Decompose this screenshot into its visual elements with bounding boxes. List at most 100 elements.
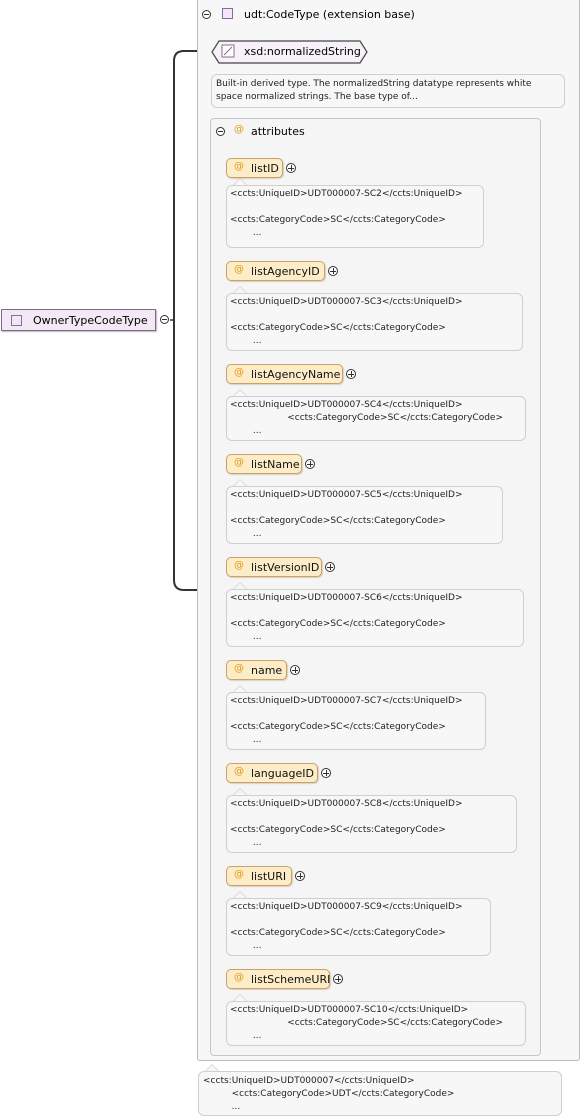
attributes-collapse-button[interactable] [216, 127, 225, 136]
attribute-at-icon: @ [234, 457, 244, 468]
attribute-expand-button[interactable] [325, 562, 335, 572]
attribute-doc-line: <ccts:UniqueID>UDT000007-SC9</ccts:Uniqu… [230, 902, 463, 912]
attribute-doc-line: ... [230, 336, 262, 346]
attribute-at-icon: @ [234, 869, 244, 880]
attribute-expand-button[interactable] [328, 266, 338, 276]
attribute-name: languageID [251, 767, 314, 780]
attribute-node-name[interactable]: @ name [226, 660, 287, 680]
attribute-name: listAgencyID [251, 265, 320, 278]
attribute-doc-line: ... [230, 632, 262, 642]
attribute-name: listSchemeURI [251, 973, 331, 986]
attribute-at-icon: @ [234, 663, 244, 674]
attribute-name: listAgencyName [251, 368, 341, 381]
attribute-doc: <ccts:UniqueID>UDT000007-SC9</ccts:Uniqu… [226, 898, 491, 956]
attribute-doc: <ccts:UniqueID>UDT000007-SC7</ccts:Uniqu… [226, 692, 486, 750]
attribute-doc-tip [233, 389, 247, 396]
base-type-label: udt:CodeType (extension base) [244, 8, 415, 21]
attribute-doc-line: <ccts:CategoryCode>SC</ccts:CategoryCode… [230, 825, 446, 835]
attribute-doc-tip [233, 788, 247, 795]
attribute-expand-button[interactable] [295, 871, 305, 881]
attribute-doc-line: <ccts:CategoryCode>SC</ccts:CategoryCode… [230, 413, 504, 423]
attribute-doc-line [230, 914, 487, 927]
attribute-node-listURI[interactable]: @ listURI [226, 866, 292, 886]
attribute-doc: <ccts:UniqueID>UDT000007-SC10</ccts:Uniq… [226, 1001, 526, 1046]
attribute-doc-line: <ccts:UniqueID>UDT000007-SC5</ccts:Uniqu… [230, 490, 463, 500]
attribute-doc-line: <ccts:CategoryCode>SC</ccts:CategoryCode… [230, 722, 446, 732]
attribute-expand-button[interactable] [290, 665, 300, 675]
attribute-doc-line: <ccts:CategoryCode>SC</ccts:CategoryCode… [230, 1018, 504, 1028]
base-type-icon [222, 8, 233, 19]
attribute-doc-tip [233, 479, 247, 486]
attribute-doc-tip [233, 286, 247, 293]
attribute-at-icon: @ [234, 264, 244, 275]
attribute-expand-button[interactable] [286, 163, 296, 173]
attribute-doc-line: <ccts:CategoryCode>SC</ccts:CategoryCode… [230, 928, 446, 938]
attribute-doc-line: ... [230, 941, 262, 951]
root-type-label: OwnerTypeCodeType [33, 314, 148, 327]
attribute-name: listVersionID [251, 561, 320, 574]
attribute-name: listURI [251, 870, 287, 883]
attribute-doc: <ccts:UniqueID>UDT000007-SC8</ccts:Uniqu… [226, 795, 517, 853]
attributes-at-icon: @ [234, 124, 244, 135]
attribute-node-listAgencyName[interactable]: @ listAgencyName [226, 364, 343, 384]
attribute-doc-line [230, 811, 513, 824]
attribute-doc-line [230, 502, 499, 515]
attribute-node-languageID[interactable]: @ languageID [226, 763, 318, 783]
complex-type-icon [11, 315, 22, 326]
attribute-doc-line: ... [230, 735, 262, 745]
simple-type-doc: Built-in derived type. The normalizedStr… [211, 74, 565, 108]
attribute-expand-button[interactable] [346, 369, 356, 379]
attribute-name: listName [251, 458, 300, 471]
attribute-doc: <ccts:UniqueID>UDT000007-SC2</ccts:Uniqu… [226, 185, 484, 248]
attribute-doc-line [230, 201, 480, 214]
simple-type-doc-line1: Built-in derived type. The normalizedStr… [216, 79, 532, 89]
attribute-doc-line: <ccts:UniqueID>UDT000007-SC2</ccts:Uniqu… [230, 189, 463, 199]
attribute-doc: <ccts:UniqueID>UDT000007-SC3</ccts:Uniqu… [226, 293, 523, 351]
attribute-doc: <ccts:UniqueID>UDT000007-SC5</ccts:Uniqu… [226, 486, 503, 544]
simple-type-doc-line2: space normalized strings. The base type … [216, 92, 418, 102]
attribute-name: name [251, 664, 283, 677]
attribute-doc-line: <ccts:CategoryCode>SC</ccts:CategoryCode… [230, 323, 446, 333]
attribute-doc-line: <ccts:UniqueID>UDT000007-SC6</ccts:Uniqu… [230, 593, 463, 603]
attribute-doc-line: ... [230, 1031, 262, 1041]
attribute-node-listSchemeURI[interactable]: @ listSchemeURI [226, 969, 330, 989]
base-collapse-button[interactable] [202, 10, 211, 19]
attributes-group-label: attributes [251, 125, 305, 138]
attribute-expand-button[interactable] [333, 974, 343, 984]
simple-type-label: xsd:normalizedString [244, 45, 361, 58]
attribute-node-listID[interactable]: @ listID [226, 158, 283, 178]
attribute-doc-line: ... [230, 529, 262, 539]
attribute-node-listAgencyID[interactable]: @ listAgencyID [226, 261, 325, 281]
attribute-doc-tip [233, 582, 247, 589]
attribute-doc-line: <ccts:UniqueID>UDT000007-SC10</ccts:Uniq… [230, 1005, 469, 1015]
attribute-doc-line [230, 309, 519, 322]
attribute-expand-button[interactable] [305, 459, 315, 469]
bottom-doc-tip [205, 1064, 219, 1071]
attribute-expand-button[interactable] [321, 768, 331, 778]
attribute-at-icon: @ [234, 972, 244, 983]
attribute-doc-line: <ccts:UniqueID>UDT000007-SC8</ccts:Uniqu… [230, 799, 463, 809]
attribute-doc-line: ... [230, 426, 262, 436]
bottom-doc-line: ... [203, 1102, 241, 1112]
attribute-doc-tip [233, 178, 247, 185]
attribute-node-listName[interactable]: @ listName [226, 454, 302, 474]
attribute-doc-tip [233, 994, 247, 1001]
root-type-node[interactable]: OwnerTypeCodeType [1, 309, 156, 331]
attribute-doc-tip [233, 891, 247, 898]
attribute-doc: <ccts:UniqueID>UDT000007-SC6</ccts:Uniqu… [226, 589, 524, 647]
attribute-doc-line: <ccts:UniqueID>UDT000007-SC4</ccts:Uniqu… [230, 400, 463, 410]
root-collapse-button[interactable] [160, 315, 169, 324]
bottom-doc: <ccts:UniqueID>UDT000007</ccts:UniqueID>… [198, 1071, 562, 1116]
attribute-doc-line [230, 605, 520, 618]
bottom-doc-line: <ccts:UniqueID>UDT000007</ccts:UniqueID> [203, 1076, 415, 1086]
attribute-doc-line: ... [230, 228, 262, 238]
attribute-doc-line: <ccts:CategoryCode>SC</ccts:CategoryCode… [230, 619, 446, 629]
attribute-doc-line: <ccts:CategoryCode>SC</ccts:CategoryCode… [230, 516, 446, 526]
attribute-at-icon: @ [234, 766, 244, 777]
attribute-doc-line: <ccts:UniqueID>UDT000007-SC3</ccts:Uniqu… [230, 297, 463, 307]
bottom-doc-line: <ccts:CategoryCode>UDT</ccts:CategoryCod… [203, 1089, 455, 1099]
attribute-node-listVersionID[interactable]: @ listVersionID [226, 557, 322, 577]
attribute-doc-line: ... [230, 838, 262, 848]
attribute-doc-line [230, 708, 482, 721]
attribute-doc: <ccts:UniqueID>UDT000007-SC4</ccts:Uniqu… [226, 396, 526, 441]
